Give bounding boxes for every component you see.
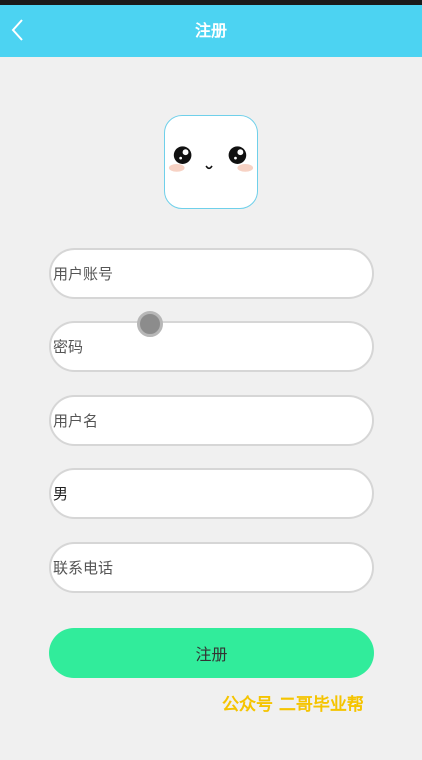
touch-indicator bbox=[137, 311, 163, 337]
gender-value: 男 bbox=[53, 485, 69, 503]
password-placeholder: 密码 bbox=[53, 338, 84, 356]
header-bar: 注册 bbox=[0, 5, 422, 57]
account-input[interactable]: 用户账号 bbox=[49, 248, 374, 299]
username-input[interactable]: 用户名 bbox=[49, 395, 374, 446]
phone-input[interactable]: 联系电话 bbox=[49, 542, 374, 593]
account-placeholder: 用户账号 bbox=[53, 265, 114, 283]
avatar bbox=[164, 115, 258, 209]
password-input[interactable]: 密码 bbox=[49, 321, 374, 372]
register-button-label: 注册 bbox=[195, 645, 228, 664]
cute-face-avatar-icon bbox=[168, 146, 254, 172]
watermark-text: 公众号 二哥毕业帮 bbox=[222, 695, 364, 715]
username-placeholder: 用户名 bbox=[53, 412, 99, 430]
phone-placeholder: 联系电话 bbox=[53, 559, 114, 577]
register-button[interactable]: 注册 bbox=[49, 628, 374, 678]
gender-input[interactable]: 男 bbox=[49, 468, 374, 519]
page-title: 注册 bbox=[194, 21, 227, 40]
